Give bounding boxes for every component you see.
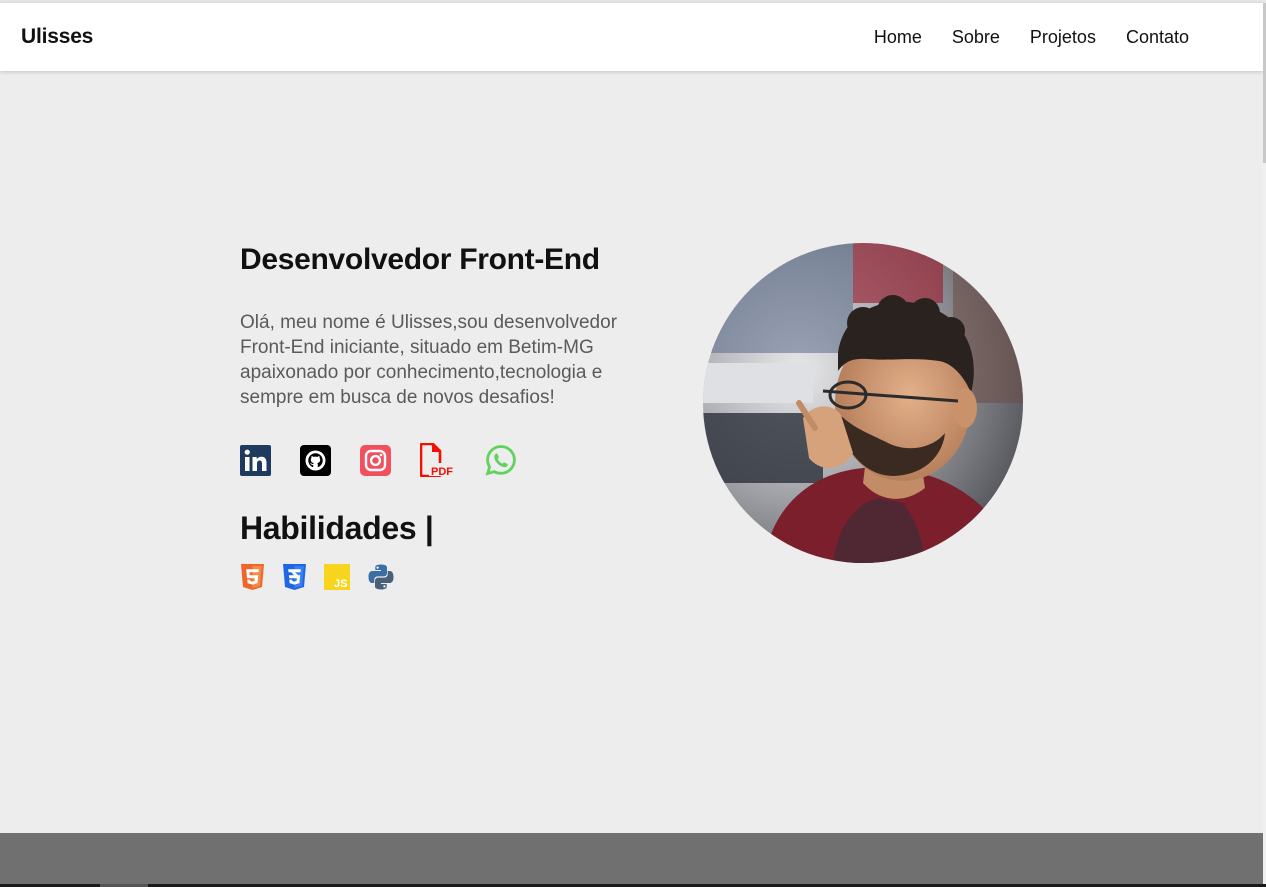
nav-link-sobre[interactable]: Sobre <box>952 3 1000 71</box>
footer <box>0 833 1263 884</box>
profile-photo <box>703 243 1023 563</box>
social-links: PDF <box>240 443 680 477</box>
js-label: JS <box>334 578 347 590</box>
github-icon[interactable] <box>300 444 331 476</box>
nav-link-contato[interactable]: Contato <box>1126 3 1189 71</box>
hero-section: Desenvolvedor Front-End Olá, meu nome é … <box>240 243 680 591</box>
pdf-icon[interactable]: PDF <box>420 443 456 477</box>
javascript-icon: JS <box>324 564 350 590</box>
navbar: Ulisses Home Sobre Projetos Contato <box>0 3 1263 71</box>
css3-icon <box>282 563 307 591</box>
python-icon <box>367 563 395 591</box>
hero-intro: Olá, meu nome é Ulisses,sou desenvolvedo… <box>240 312 618 408</box>
nav-link-projetos[interactable]: Projetos <box>1030 3 1096 71</box>
brand-logo[interactable]: Ulisses <box>21 25 93 49</box>
hero-title: Desenvolvedor Front-End <box>240 243 600 276</box>
nav-link-home[interactable]: Home <box>874 3 922 71</box>
instagram-icon[interactable] <box>360 444 391 476</box>
whatsapp-icon[interactable] <box>485 444 517 476</box>
main-nav: Home Sobre Projetos Contato <box>844 3 1263 71</box>
html5-icon <box>240 563 265 591</box>
skills-icons: JS <box>240 563 680 591</box>
pdf-label: PDF <box>431 466 453 477</box>
linkedin-icon[interactable] <box>240 444 271 476</box>
skills-title: Habilidades | <box>240 510 434 546</box>
